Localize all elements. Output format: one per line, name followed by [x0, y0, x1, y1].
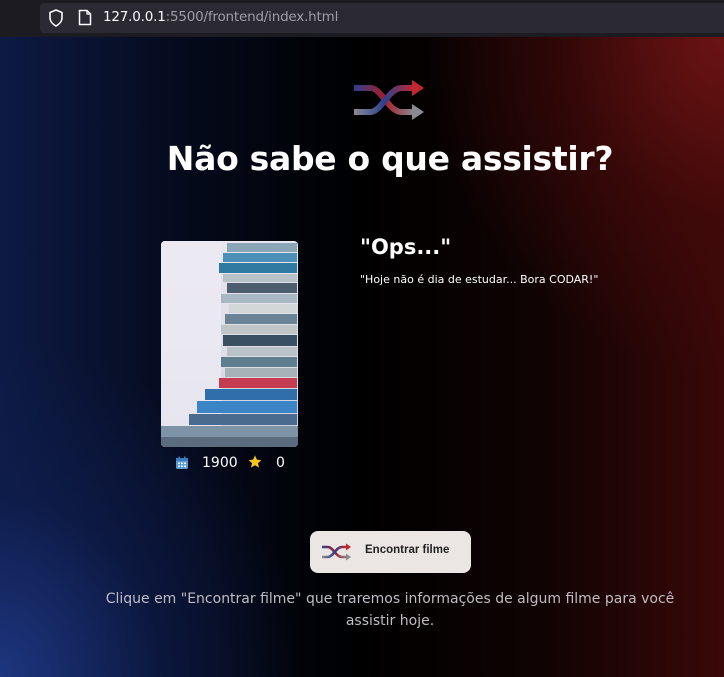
calendar-icon: [176, 456, 188, 469]
page-icon: [78, 9, 92, 26]
url-text[interactable]: 127.0.0.1:5500/frontend/index.html: [103, 9, 338, 25]
shield-icon[interactable]: [48, 9, 64, 27]
page: Não sabe o que assistir? 1900 0 "Ops..."…: [0, 37, 724, 677]
hint-text: Clique em "Encontrar filme" que traremos…: [105, 591, 675, 629]
star-icon: [248, 455, 262, 468]
movie-description: "Hoje não é dia de estudar... Bora CODAR…: [360, 273, 599, 286]
movie-rating: 0: [276, 455, 285, 471]
shuffle-icon: [354, 80, 424, 120]
movie-title: "Ops...": [360, 235, 452, 259]
url-path: :5500/frontend/index.html: [165, 9, 339, 25]
find-movie-button-label: Encontrar filme: [365, 544, 450, 556]
shuffle-icon: [322, 543, 351, 561]
url-host: 127.0.0.1: [103, 9, 166, 25]
movie-poster: [161, 241, 298, 447]
find-movie-button[interactable]: Encontrar filme: [310, 531, 471, 573]
movie-year: 1900: [202, 455, 238, 471]
browser-toolbar: 127.0.0.1:5500/frontend/index.html: [0, 0, 724, 37]
page-title: Não sabe o que assistir?: [166, 139, 614, 178]
